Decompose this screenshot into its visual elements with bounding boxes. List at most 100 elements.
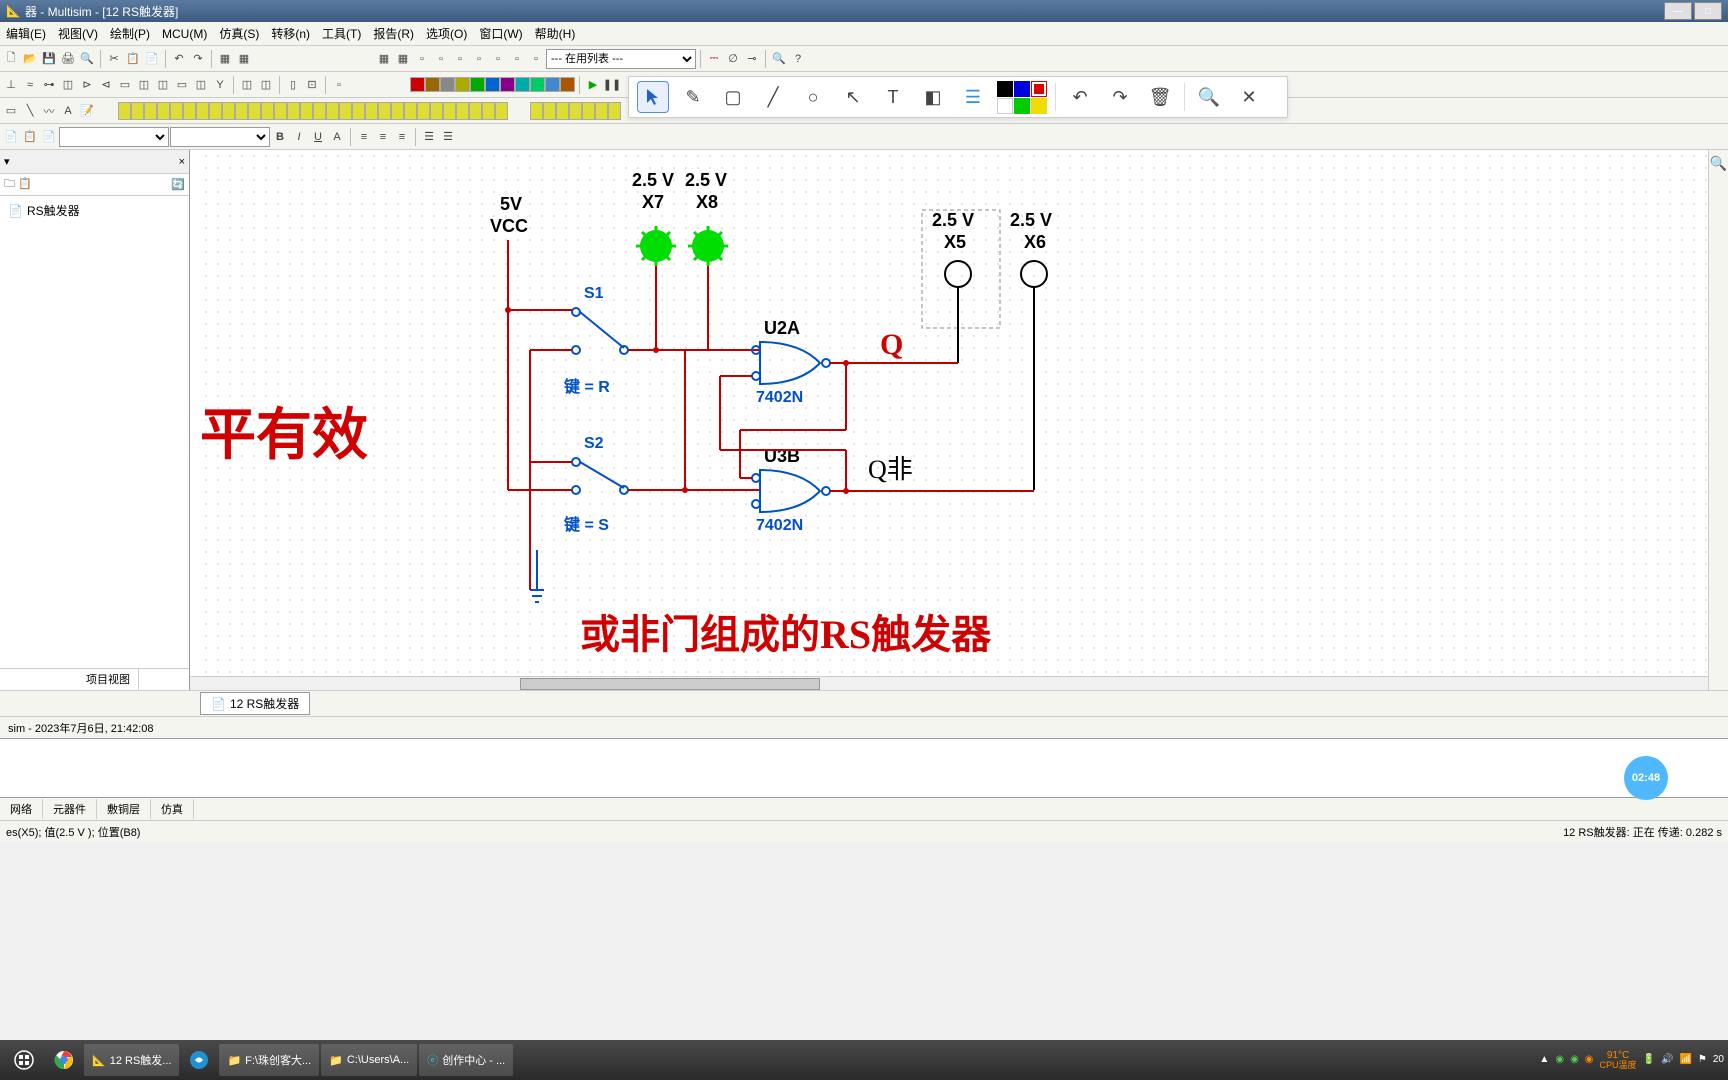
print-icon[interactable]: 🖨 <box>59 50 77 68</box>
pal[interactable] <box>196 102 209 120</box>
new-icon[interactable]: 🗋 <box>2 50 20 68</box>
comp-icon[interactable]: ⊥ <box>2 76 20 94</box>
tree-item-rs[interactable]: 📄 RS触发器 <box>4 200 185 221</box>
btab-comp[interactable]: 元器件 <box>43 799 97 819</box>
tray-time[interactable]: 20 <box>1713 1054 1724 1065</box>
refresh-icon[interactable]: 🔄 <box>171 178 185 191</box>
help-icon[interactable]: ? <box>789 50 807 68</box>
align-right-icon[interactable]: ≡ <box>393 128 411 146</box>
menu-mcu[interactable]: MCU(M) <box>156 25 213 43</box>
fmt-icon[interactable]: 📋 <box>21 128 39 146</box>
circle-tool[interactable]: ○ <box>797 81 829 113</box>
font-color-icon[interactable]: A <box>328 128 346 146</box>
tree-combo[interactable]: ▾ <box>4 155 10 168</box>
color-blue2[interactable] <box>545 77 560 92</box>
comp-icon[interactable]: ⊲ <box>97 76 115 94</box>
pal[interactable] <box>157 102 170 120</box>
menu-draw[interactable]: 绘制(P) <box>104 23 156 44</box>
ann-color-white[interactable] <box>997 98 1013 114</box>
comp-icon[interactable]: ◫ <box>257 76 275 94</box>
comp-icon[interactable]: ≈ <box>21 76 39 94</box>
pal[interactable] <box>430 102 443 120</box>
task-folder1[interactable]: 📁 F:\珠创客大... <box>219 1044 319 1076</box>
color-purple[interactable] <box>500 77 515 92</box>
pal[interactable] <box>248 102 261 120</box>
pal[interactable] <box>495 102 508 120</box>
color-red[interactable] <box>410 77 425 92</box>
pal[interactable] <box>365 102 378 120</box>
line-tool[interactable]: ╱ <box>757 81 789 113</box>
comp-icon[interactable]: ◫ <box>238 76 256 94</box>
pal[interactable] <box>608 102 621 120</box>
task-ie[interactable]: ⓔ 创作中心 - ... <box>419 1044 513 1076</box>
save-icon[interactable]: 💾 <box>40 50 58 68</box>
cut-icon[interactable]: ✂ <box>105 50 123 68</box>
task-multisim[interactable]: 📐 12 RS触发... <box>84 1044 179 1076</box>
tree-tool-icon[interactable]: 🗀 📋 <box>4 175 32 194</box>
color-brown[interactable] <box>425 77 440 92</box>
menu-view[interactable]: 视图(V) <box>52 23 104 44</box>
rect-tool[interactable]: ▢ <box>717 81 749 113</box>
comp-icon[interactable]: ⊶ <box>40 76 58 94</box>
color-gray[interactable] <box>440 77 455 92</box>
b4-icon[interactable]: ▫ <box>470 50 488 68</box>
pal[interactable] <box>235 102 248 120</box>
comp-icon[interactable]: ◫ <box>192 76 210 94</box>
eraser-tool[interactable]: ◧ <box>917 81 949 113</box>
highlight-tool[interactable]: ☰ <box>957 81 989 113</box>
pal[interactable] <box>261 102 274 120</box>
pal[interactable] <box>300 102 313 120</box>
menu-window[interactable]: 窗口(W) <box>473 23 528 44</box>
pal[interactable] <box>209 102 222 120</box>
size-combo[interactable] <box>170 127 270 147</box>
pal[interactable] <box>443 102 456 120</box>
tray-flag-icon[interactable]: ⚑ <box>1698 1054 1707 1065</box>
task-chrome[interactable] <box>46 1044 82 1076</box>
tray-network-icon[interactable]: 📶 <box>1679 1054 1691 1065</box>
horizontal-scrollbar[interactable] <box>190 676 1708 690</box>
sbt-project[interactable]: 项目视图 <box>78 669 139 690</box>
tray-icon[interactable]: ◉ <box>1570 1054 1579 1065</box>
comp-icon[interactable]: ▫ <box>330 76 348 94</box>
tray-volume-icon[interactable]: 🔊 <box>1661 1054 1673 1065</box>
list-icon[interactable]: ☰ <box>420 128 438 146</box>
pal[interactable] <box>543 102 556 120</box>
probe-icon[interactable]: ⎓ <box>705 50 723 68</box>
comp-icon[interactable]: ⊳ <box>78 76 96 94</box>
ann-color-blue[interactable] <box>1014 81 1030 97</box>
underline-icon[interactable]: U <box>309 128 327 146</box>
align-center-icon[interactable]: ≡ <box>374 128 392 146</box>
comp-icon[interactable]: ◫ <box>154 76 172 94</box>
comp-icon[interactable]: ▭ <box>173 76 191 94</box>
tray-icon[interactable]: ◉ <box>1585 1054 1594 1065</box>
pause-icon[interactable]: ❚❚ <box>603 76 621 94</box>
color-orange[interactable] <box>560 77 575 92</box>
color-green2[interactable] <box>530 77 545 92</box>
pal[interactable] <box>469 102 482 120</box>
color-blue[interactable] <box>485 77 500 92</box>
undo-icon[interactable]: ↶ <box>170 50 188 68</box>
paste-icon[interactable]: 📄 <box>143 50 161 68</box>
menu-options[interactable]: 选项(O) <box>420 23 473 44</box>
zoom-icon[interactable]: 🔍 <box>770 50 788 68</box>
pal[interactable] <box>556 102 569 120</box>
menu-help[interactable]: 帮助(H) <box>529 23 582 44</box>
pal[interactable] <box>274 102 287 120</box>
open-icon[interactable]: 📂 <box>21 50 39 68</box>
pal[interactable] <box>144 102 157 120</box>
ann-color-green[interactable] <box>1014 98 1030 114</box>
pal[interactable] <box>118 102 131 120</box>
italic-icon[interactable]: I <box>290 128 308 146</box>
minimize-button[interactable]: — <box>1664 2 1692 20</box>
start-button[interactable] <box>4 1044 44 1076</box>
task-folder2[interactable]: 📁 C:\Users\A... <box>321 1044 417 1076</box>
color-teal[interactable] <box>515 77 530 92</box>
pointer-tool[interactable] <box>637 81 669 113</box>
menu-simulate[interactable]: 仿真(S) <box>213 23 265 44</box>
menu-report[interactable]: 报告(R) <box>367 23 420 44</box>
b3-icon[interactable]: ▫ <box>451 50 469 68</box>
pal[interactable] <box>222 102 235 120</box>
comp-icon[interactable]: ◫ <box>59 76 77 94</box>
color-green[interactable] <box>470 77 485 92</box>
comp-icon[interactable]: ⊡ <box>303 76 321 94</box>
